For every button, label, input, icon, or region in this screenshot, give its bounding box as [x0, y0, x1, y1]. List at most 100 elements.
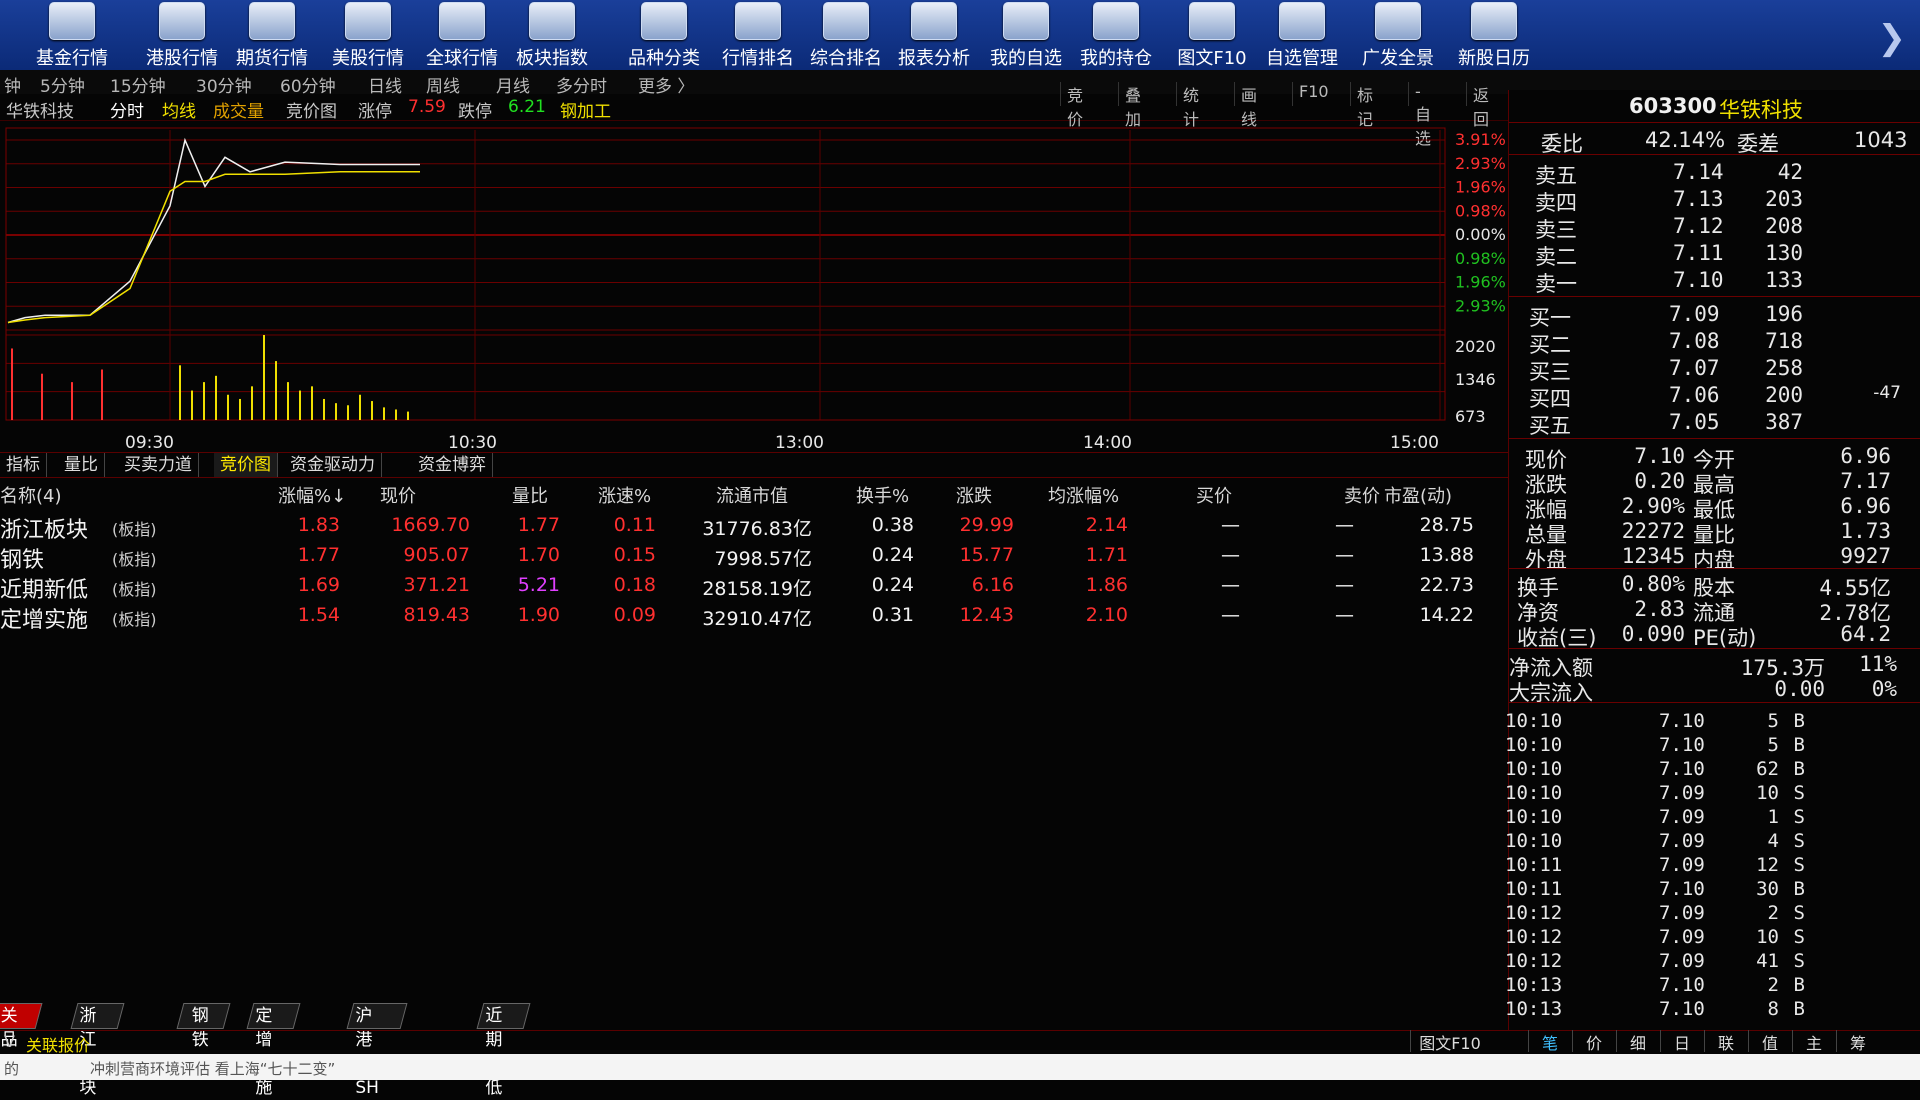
quote-panel-button[interactable]: 筹: [1836, 1030, 1879, 1053]
quote-panel-button[interactable]: 细: [1616, 1030, 1659, 1053]
bottom-tab[interactable]: 定增实施: [246, 1003, 301, 1098]
column-header[interactable]: 名称(4): [0, 482, 62, 508]
chart-tool-button[interactable]: 竞价: [1060, 82, 1089, 129]
quote-panel-button[interactable]: 联: [1704, 1030, 1747, 1053]
sell-label: 卖一: [1535, 272, 1577, 296]
sell-order-row[interactable]: 卖五 7.14 42: [1509, 160, 1920, 188]
chart-tool-button[interactable]: 标记: [1350, 82, 1379, 129]
toolbar-item-board[interactable]: 板块指数: [500, 2, 604, 69]
row-name: 定增实施: [0, 608, 89, 633]
tab-volume[interactable]: 成交量: [213, 97, 264, 122]
toolbar-item-panorama[interactable]: 广发全景: [1346, 2, 1450, 69]
tick-side: S: [1793, 830, 1805, 852]
toolbar-item-category[interactable]: 品种分类: [612, 2, 716, 69]
column-header[interactable]: 买价: [1196, 482, 1232, 508]
table-row[interactable]: 浙江板块 (板指) 1.83 1669.70 1.77 0.11 31776.83亿 0.38…: [0, 512, 1510, 543]
column-header[interactable]: 涨跌: [956, 482, 992, 508]
sector-label[interactable]: 钢加工: [560, 97, 611, 122]
toolbar-item-us[interactable]: 美股行情: [316, 2, 420, 69]
buy-price: 7.09: [1669, 302, 1720, 326]
quote-panel-button[interactable]: 值: [1748, 1030, 1791, 1053]
quote-panel-button[interactable]: 日: [1660, 1030, 1703, 1053]
table-row[interactable]: 钢铁 (板指) 1.77 905.07 1.70 0.15 7998.57亿 0.24 15.7…: [0, 542, 1510, 573]
quote-panel-button[interactable]: 图文F10: [1410, 1030, 1489, 1053]
sell-order-row[interactable]: 卖一 7.10 133: [1509, 268, 1920, 296]
sell-order-row[interactable]: 卖三 7.12 208: [1509, 214, 1920, 242]
chart-tool-button[interactable]: 叠加: [1118, 82, 1147, 129]
toolbar-item-report[interactable]: 报表分析: [882, 2, 986, 69]
stat-value: 2.83: [1634, 597, 1685, 621]
tab-junxian[interactable]: 均线: [162, 97, 196, 122]
buy-order-row[interactable]: 买四 7.06 200 -47: [1509, 383, 1920, 411]
indicator-tab[interactable]: 指标: [0, 453, 47, 477]
toolbar-item-manage[interactable]: 自选管理: [1250, 2, 1354, 69]
toolbar-item-holdings[interactable]: 我的持仓: [1064, 2, 1168, 69]
sell-label: 卖五: [1535, 164, 1577, 188]
chart-tool-button[interactable]: 统计: [1176, 82, 1205, 129]
column-header[interactable]: 流通市值: [716, 482, 788, 508]
tick-price: 7.09: [1659, 854, 1705, 876]
toolbar-item-futures[interactable]: 期货行情: [220, 2, 324, 69]
column-header[interactable]: 均涨幅%: [1048, 482, 1119, 508]
sell-order-row[interactable]: 卖二 7.11 130: [1509, 241, 1920, 269]
column-header[interactable]: 涨速%: [598, 482, 651, 508]
buy-order-row[interactable]: 买二 7.08 718: [1509, 329, 1920, 357]
toolbar-item-hk[interactable]: 港股行情: [130, 2, 234, 69]
chart-tool-button[interactable]: -自选: [1408, 82, 1437, 148]
toolbar-next-icon[interactable]: ❯: [1878, 18, 1907, 58]
stat-row: 总量 22272 量比 1.73: [1509, 519, 1920, 547]
bottom-tab[interactable]: 钢铁: [176, 1003, 231, 1050]
ticker-left: 的: [4, 1060, 20, 1078]
row-tag: (板指): [112, 550, 157, 569]
tick-side: B: [1793, 974, 1805, 996]
indicator-tabs: 指标 量比 买卖力道 竞价图 资金驱动力 资金博弈: [0, 452, 1520, 478]
row-chg: 1.54: [297, 604, 340, 626]
indicator-tab[interactable]: 竞价图: [214, 453, 278, 477]
buy-order-row[interactable]: 买三 7.07 258: [1509, 356, 1920, 384]
buy-order-row[interactable]: 买五 7.05 387: [1509, 410, 1920, 438]
fund-icon: [49, 2, 95, 40]
sell-order-row[interactable]: 卖四 7.13 203: [1509, 187, 1920, 215]
row-diff: 15.77: [959, 544, 1014, 566]
chart-tool-button[interactable]: F10: [1292, 82, 1335, 106]
tick-time: 10:11: [1505, 854, 1563, 876]
chart-tool-button[interactable]: 画线: [1234, 82, 1263, 129]
tick-row: 10:13 7.10 2 B: [1505, 974, 1869, 998]
indicator-tab[interactable]: 买卖力道: [118, 453, 199, 477]
column-header[interactable]: 量比: [512, 482, 548, 508]
bottom-tab[interactable]: 浙江板块: [70, 1003, 125, 1098]
indicator-tab[interactable]: 资金驱动力: [284, 453, 382, 477]
bottom-tab[interactable]: 关品种: [0, 1003, 43, 1074]
indicator-tab[interactable]: 量比: [58, 453, 105, 477]
tick-side: S: [1793, 782, 1805, 804]
tab-auction-chart[interactable]: 竞价图: [286, 97, 337, 122]
price-axis-label: 2.93%: [1455, 154, 1506, 173]
sell-volume: 130: [1765, 241, 1803, 265]
bottom-tab[interactable]: 沪港通SH: [346, 1003, 408, 1098]
toolbar-item-global[interactable]: 全球行情: [410, 2, 514, 69]
status-left: V: [4, 1032, 15, 1051]
column-header[interactable]: 市盈(动): [1384, 482, 1452, 508]
ticker-text[interactable]: 冲刺营商环境评估 看上海“七十二变”: [90, 1058, 335, 1079]
column-header[interactable]: 现价: [380, 482, 416, 508]
column-header[interactable]: 涨幅%↓: [278, 482, 346, 508]
related-quote-tab[interactable]: 关联报价: [26, 1032, 90, 1056]
quote-panel-button[interactable]: 价: [1572, 1030, 1615, 1053]
column-header[interactable]: 换手%: [856, 482, 909, 508]
buy-order-row[interactable]: 买一 7.09 196: [1509, 302, 1920, 330]
row-vr: 1.90: [517, 604, 560, 626]
table-row[interactable]: 定增实施 (板指) 1.54 819.43 1.90 0.09 32910.47亿 0.31 1…: [0, 602, 1510, 633]
toolbar-item-fund[interactable]: 基金行情: [20, 2, 124, 69]
category-icon: [641, 2, 687, 40]
toolbar-item-favorites[interactable]: 我的自选: [974, 2, 1078, 69]
tab-fenshi[interactable]: 分时: [110, 97, 144, 122]
chart-tool-button[interactable]: 返回: [1466, 82, 1495, 129]
quote-panel-button[interactable]: 主: [1792, 1030, 1835, 1053]
quote-panel-button[interactable]: 笔: [1528, 1030, 1571, 1053]
indicator-tab[interactable]: 资金博弈: [412, 453, 493, 477]
bottom-tab[interactable]: 近期新低: [476, 1003, 531, 1098]
toolbar-item-ipo[interactable]: 新股日历: [1442, 2, 1546, 69]
table-row[interactable]: 近期新低 (板指) 1.69 371.21 5.21 0.18 28158.19亿 0.24 6…: [0, 572, 1510, 603]
toolbar-item-f10[interactable]: 图文F10: [1160, 2, 1264, 69]
column-header[interactable]: 卖价: [1344, 482, 1380, 508]
